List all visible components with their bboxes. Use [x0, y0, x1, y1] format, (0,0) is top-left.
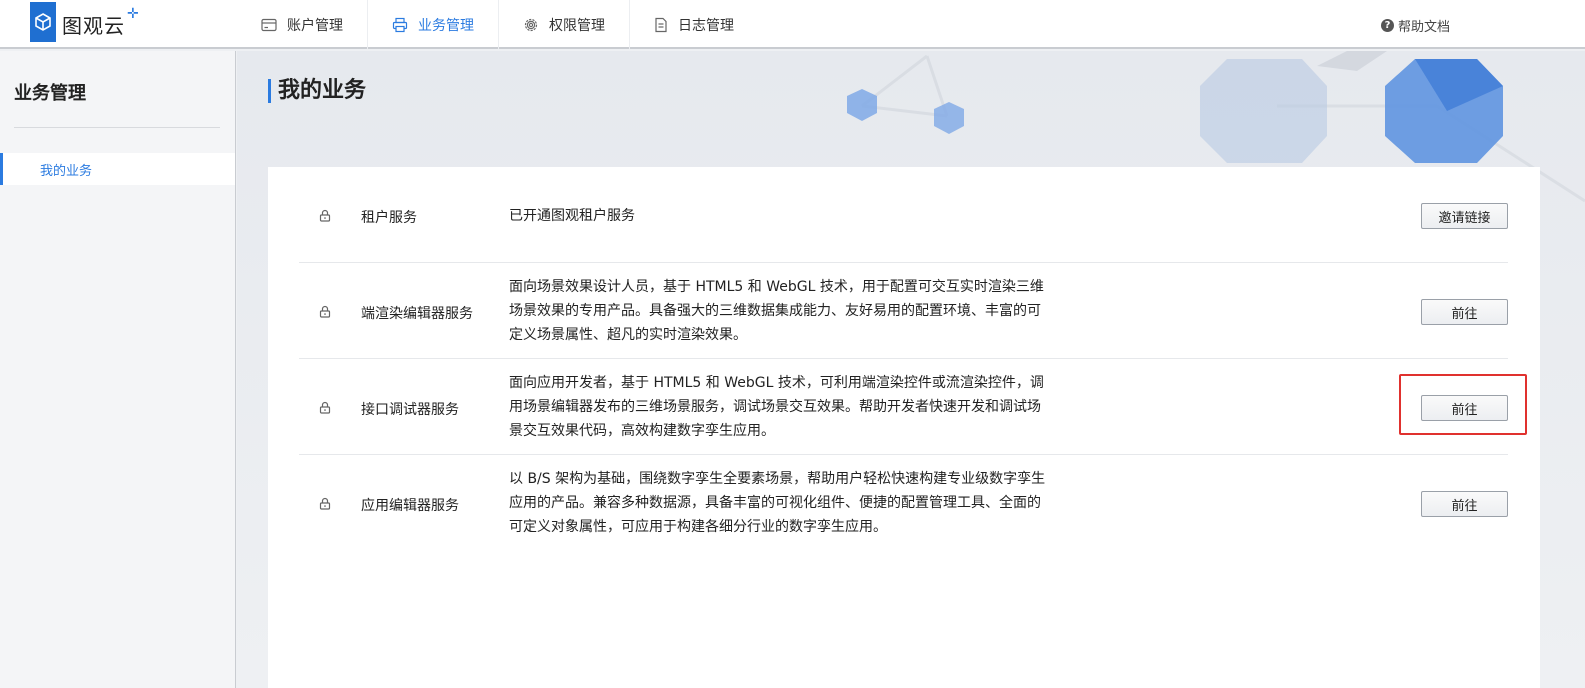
service-row-render-editor: 端渲染编辑器服务 面向场景效果设计人员，基于 HTML5 和 WebGL 技术，… [299, 263, 1508, 359]
service-description: 面向应用开发者，基于 HTML5 和 WebGL 技术，可利用端渲染控件或流渲染… [509, 375, 1044, 439]
nav-item-account[interactable]: 账户管理 [237, 0, 368, 49]
page-title: 我的业务 [268, 79, 366, 103]
invite-link-button[interactable]: 邀请链接 [1421, 203, 1508, 229]
service-description: 以 B/S 架构为基础，围绕数字孪生全要素场景，帮助用户轻松快速构建专业级数字孪… [509, 471, 1046, 535]
plus-icon: ✛ [127, 6, 139, 22]
nav-item-label: 账户管理 [287, 17, 343, 34]
service-list-card: 租户服务 已开通图观租户服务 邀请链接 端渲染编辑器服务 面向场景效果设计人员，… [268, 167, 1540, 688]
service-row-app-editor: 应用编辑器服务 以 B/S 架构为基础，围绕数字孪生全要素场景，帮助用户轻松快速… [299, 455, 1508, 551]
service-description: 面向场景效果设计人员，基于 HTML5 和 WebGL 技术，用于配置可交互实时… [509, 279, 1044, 343]
nav-item-label: 权限管理 [549, 17, 605, 34]
main-nav: 账户管理 业务管理 权限管理 日志管理 [237, 0, 758, 49]
sidebar-title: 业务管理 [14, 83, 86, 104]
service-name: 应用编辑器服务 [361, 498, 459, 514]
service-row-api-debugger: 接口调试器服务 面向应用开发者，基于 HTML5 和 WebGL 技术，可利用端… [299, 359, 1508, 455]
lock-icon [319, 401, 331, 414]
lock-icon [319, 305, 331, 318]
goto-button[interactable]: 前往 [1421, 299, 1508, 325]
printer-icon [392, 17, 408, 32]
goto-button[interactable]: 前往 [1421, 395, 1508, 421]
goto-button[interactable]: 前往 [1421, 491, 1508, 517]
nav-item-label: 日志管理 [678, 17, 734, 34]
sidebar-item-label: 我的业务 [40, 163, 93, 179]
nav-item-label: 业务管理 [418, 17, 474, 34]
logo-cube-icon [30, 2, 56, 42]
nav-item-business[interactable]: 业务管理 [368, 0, 499, 49]
service-name: 端渲染编辑器服务 [361, 306, 473, 322]
service-name: 租户服务 [361, 210, 417, 226]
sidebar-divider [14, 127, 220, 128]
main-content: 我的业务 租户服务 已开通图观租户服务 邀请链接 端渲染编辑器服务 面向场景效果… [237, 51, 1585, 688]
logo[interactable]: 图观云 ✛ [30, 2, 139, 42]
nav-item-permission[interactable]: 权限管理 [499, 0, 630, 49]
help-label: 帮助文档 [1398, 20, 1451, 35]
card-icon [261, 18, 277, 31]
question-icon: ? [1381, 19, 1394, 32]
service-row-tenant: 租户服务 已开通图观租户服务 邀请链接 [299, 167, 1508, 263]
nav-item-log[interactable]: 日志管理 [630, 0, 758, 49]
document-icon [655, 17, 667, 32]
sidebar: 业务管理 我的业务 [0, 51, 236, 688]
service-description: 已开通图观租户服务 [509, 208, 635, 224]
top-bar: 图观云 ✛ 账户管理 业务管理 权限管理 日志管理 ? 帮助文档 [0, 0, 1585, 49]
help-docs-link[interactable]: ? 帮助文档 [1381, 16, 1450, 35]
gear-icon [524, 18, 538, 31]
sidebar-item-my-business[interactable]: 我的业务 [0, 153, 235, 185]
lock-icon [319, 497, 331, 510]
service-name: 接口调试器服务 [361, 402, 459, 418]
lock-icon [319, 209, 331, 222]
app-title: 图观云 [62, 14, 125, 38]
